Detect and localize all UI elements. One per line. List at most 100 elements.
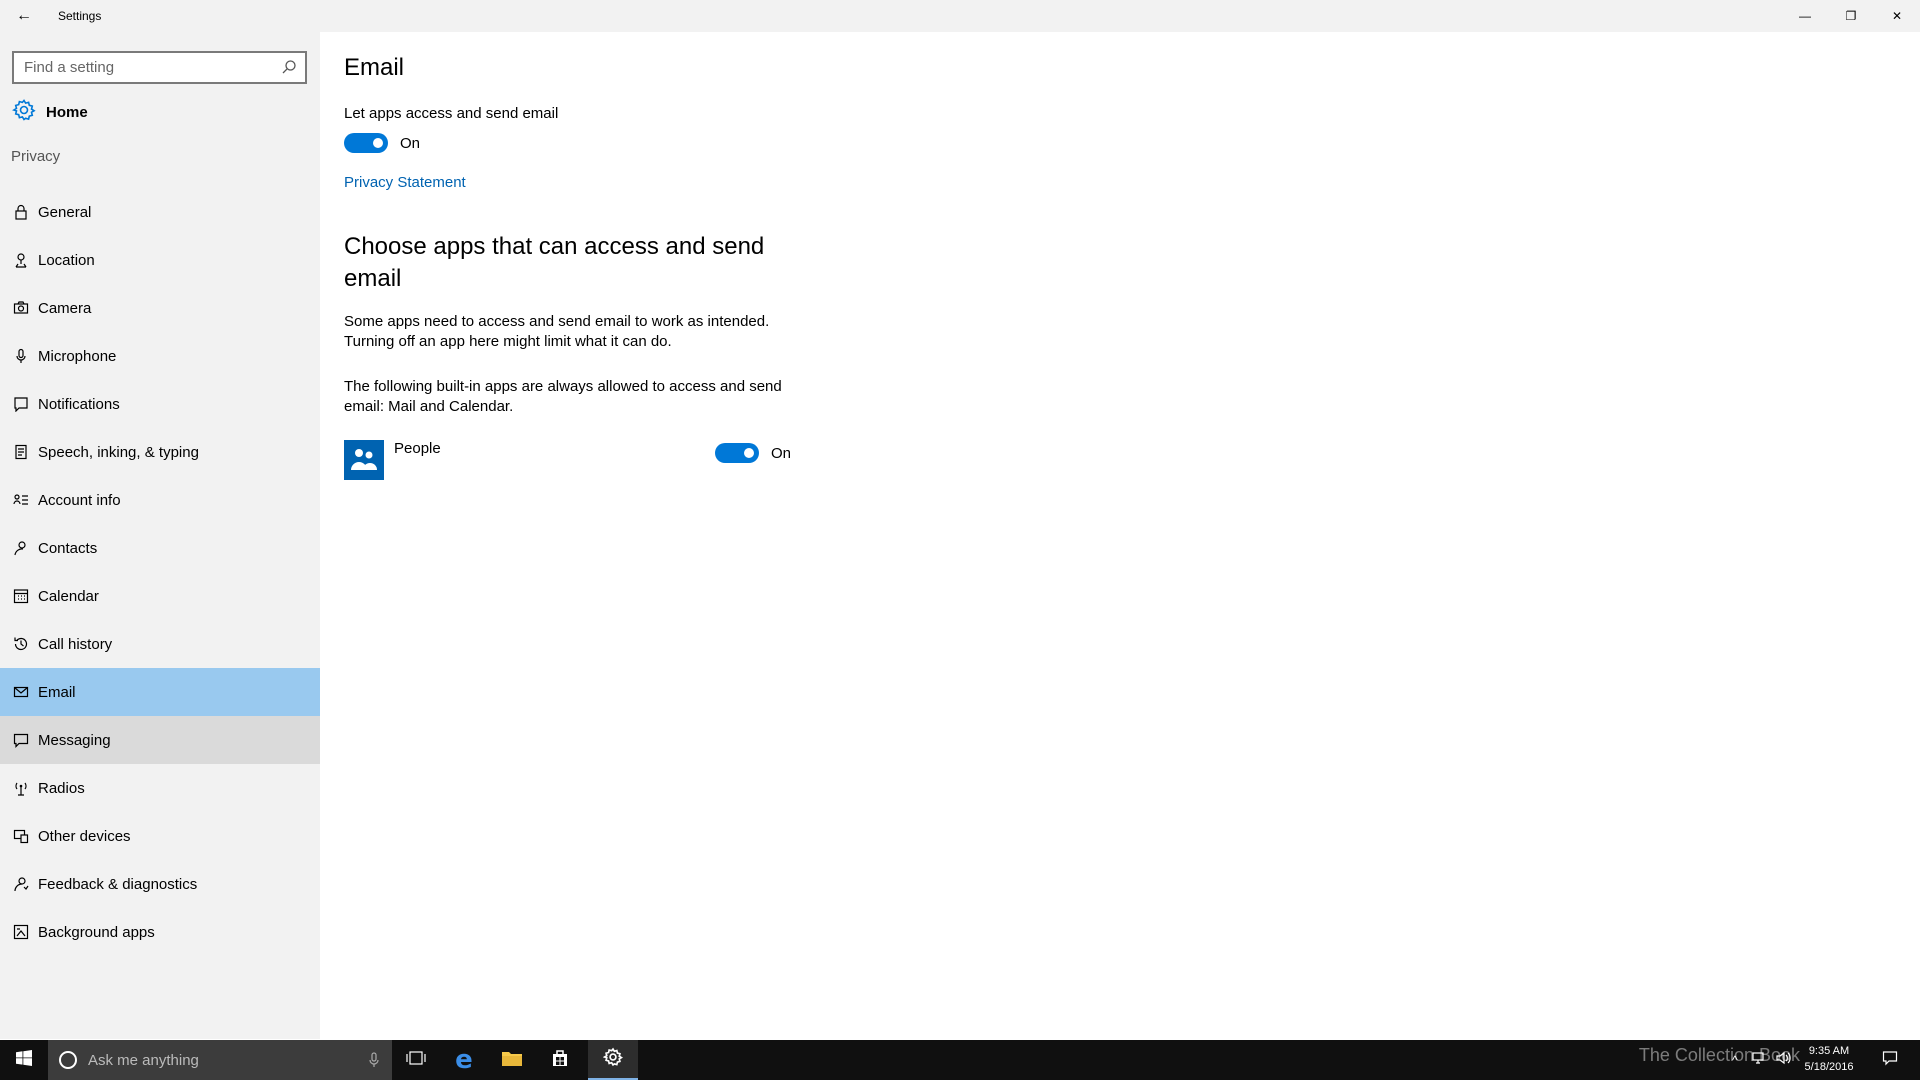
sidebar-item-label: General — [38, 203, 92, 221]
action-center-button[interactable] — [1870, 1040, 1910, 1080]
sidebar-item-label: Call history — [38, 635, 113, 653]
sidebar-item-call-history[interactable]: Call history — [0, 620, 320, 668]
volume-icon — [1776, 1051, 1792, 1070]
background-apps-icon — [12, 923, 30, 941]
home-link[interactable]: Home — [12, 94, 88, 130]
microphone-icon[interactable] — [368, 1052, 380, 1068]
sidebar-item-label: Background apps — [38, 923, 155, 941]
search-input[interactable] — [14, 59, 274, 76]
sidebar-item-label: Microphone — [38, 347, 117, 365]
sidebar-item-messaging[interactable]: Messaging — [0, 716, 320, 764]
sidebar-item-radios[interactable]: Radios — [0, 764, 320, 812]
section-label-privacy: Privacy — [11, 148, 61, 165]
messaging-icon — [12, 731, 30, 749]
cortana-search-box[interactable] — [48, 1040, 392, 1080]
people-icon — [344, 440, 384, 480]
master-toggle-state: On — [400, 134, 421, 152]
lock-icon — [12, 203, 30, 221]
app-toggle-row: On — [715, 443, 791, 463]
sidebar-item-speech[interactable]: Speech, inking, & typing — [0, 428, 320, 476]
microphone-icon — [12, 347, 30, 365]
description-text-1: Some apps need to access and send email … — [344, 313, 770, 350]
email-icon — [12, 683, 30, 701]
folder-icon — [501, 1049, 523, 1072]
speech-icon — [12, 443, 30, 461]
title-bar: ← Settings — ❐ ✕ — [0, 0, 1920, 32]
page-title: Email — [344, 54, 405, 81]
gear-icon — [602, 1047, 624, 1072]
master-toggle[interactable] — [344, 133, 388, 153]
cortana-icon — [58, 1050, 78, 1070]
windows-logo-icon — [16, 1049, 32, 1071]
master-setting-label: Let apps access and send email — [344, 105, 559, 122]
sidebar-item-label: Notifications — [38, 395, 120, 413]
app-toggle-state: On — [771, 444, 792, 462]
description-text-2: The following built-in apps are always a… — [344, 378, 782, 415]
account-info-icon — [12, 491, 30, 509]
camera-icon — [12, 299, 30, 317]
settings-taskbar-button[interactable] — [588, 1040, 638, 1080]
edge-button[interactable]: e — [440, 1040, 488, 1080]
home-label: Home — [46, 103, 88, 121]
sidebar-item-calendar[interactable]: Calendar — [0, 572, 320, 620]
clock-date: 5/18/2016 — [1804, 1061, 1854, 1073]
sidebar-item-background-apps[interactable]: Background apps — [0, 908, 320, 956]
search-box[interactable] — [12, 51, 307, 84]
contacts-icon — [12, 539, 30, 557]
network-icon — [1752, 1051, 1768, 1070]
app-toggle[interactable] — [715, 443, 759, 463]
task-view-button[interactable] — [392, 1040, 440, 1080]
sidebar-item-label: Contacts — [38, 539, 98, 557]
choose-apps-heading: Choose apps that can access and send ema… — [344, 233, 765, 292]
sidebar-item-account-info[interactable]: Account info — [0, 476, 320, 524]
app-name: People — [394, 440, 441, 457]
taskbar: e The Collection Book ^ 9:35 AM 5/18/201… — [0, 1040, 1920, 1080]
sidebar-item-microphone[interactable]: Microphone — [0, 332, 320, 380]
sidebar-item-feedback[interactable]: Feedback & diagnostics — [0, 860, 320, 908]
taskbar-search-input[interactable] — [88, 1051, 358, 1069]
minimize-button[interactable]: — — [1782, 0, 1828, 32]
store-button[interactable] — [536, 1040, 584, 1080]
sidebar-item-label: Radios — [38, 779, 85, 797]
volume-button[interactable] — [1772, 1040, 1796, 1080]
store-icon — [550, 1048, 570, 1073]
edge-icon: e — [455, 1045, 473, 1075]
privacy-statement-link[interactable]: Privacy Statement — [344, 174, 466, 191]
network-button[interactable] — [1748, 1040, 1772, 1080]
sidebar-item-location[interactable]: Location — [0, 236, 320, 284]
sidebar: Home Privacy General Location Camera Mic… — [0, 32, 320, 1039]
sidebar-item-label: Location — [38, 251, 95, 269]
task-view-icon — [406, 1050, 426, 1071]
location-icon — [12, 251, 30, 269]
close-button[interactable]: ✕ — [1874, 0, 1920, 32]
master-toggle-row: On — [344, 133, 420, 153]
privacy-nav-list: General Location Camera Microphone Notif… — [0, 188, 320, 956]
sidebar-item-other-devices[interactable]: Other devices — [0, 812, 320, 860]
clock[interactable]: 9:35 AM 5/18/2016 — [1794, 1043, 1864, 1075]
sidebar-item-label: Speech, inking, & typing — [38, 443, 199, 461]
sidebar-item-label: Other devices — [38, 827, 131, 845]
sidebar-item-label: Calendar — [38, 587, 99, 605]
other-devices-icon — [12, 827, 30, 845]
restore-button[interactable]: ❐ — [1828, 0, 1874, 32]
sidebar-item-notifications[interactable]: Notifications — [0, 380, 320, 428]
clock-time: 9:35 AM — [1808, 1045, 1850, 1057]
sidebar-item-camera[interactable]: Camera — [0, 284, 320, 332]
radios-icon — [12, 779, 30, 797]
notifications-icon — [12, 395, 30, 413]
sidebar-item-label: Account info — [38, 491, 121, 509]
sidebar-item-general[interactable]: General — [0, 188, 320, 236]
file-explorer-button[interactable] — [488, 1040, 536, 1080]
window-title: Settings — [58, 9, 102, 23]
start-button[interactable] — [0, 1040, 48, 1080]
feedback-icon — [12, 875, 30, 893]
back-button[interactable]: ← — [0, 0, 48, 32]
sidebar-item-label: Email — [38, 683, 76, 701]
search-icon[interactable] — [281, 59, 297, 80]
sidebar-item-label: Feedback & diagnostics — [38, 875, 198, 893]
gear-icon — [12, 98, 36, 127]
sidebar-item-contacts[interactable]: Contacts — [0, 524, 320, 572]
app-row-people: People On — [344, 440, 804, 482]
show-hidden-icons-button[interactable]: ^ — [1722, 1040, 1748, 1080]
sidebar-item-email[interactable]: Email — [0, 668, 320, 716]
